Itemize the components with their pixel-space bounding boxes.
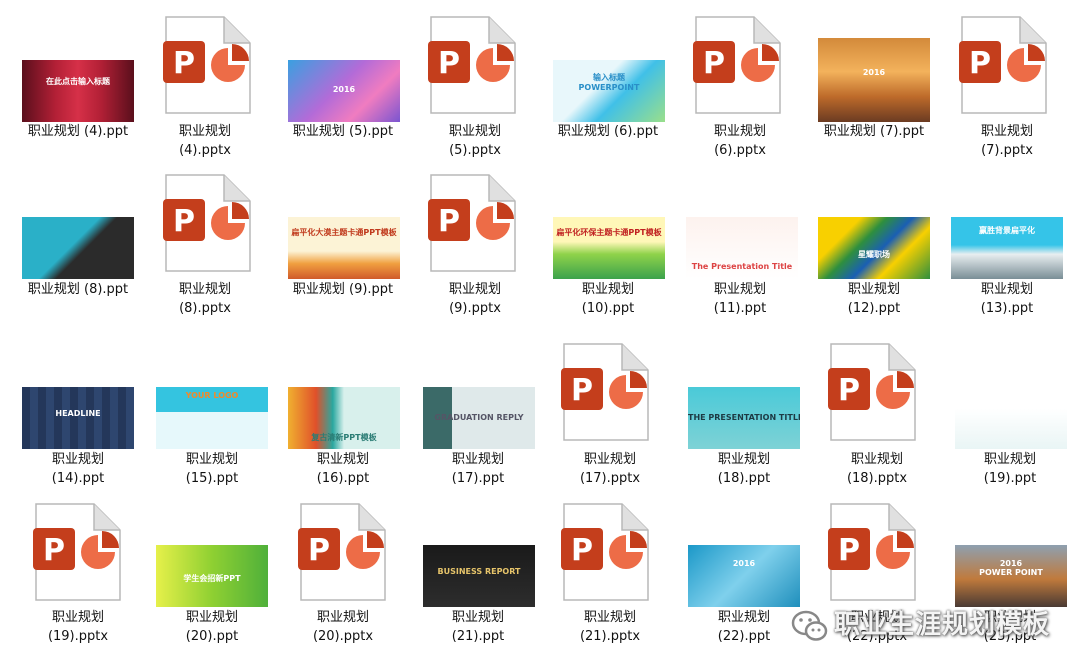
thumbnail-title: 2016 — [332, 85, 356, 94]
file-name: 职业规划 (4).ppt — [27, 124, 129, 139]
thumbnail-title: 扁平化大漠主题卡通PPT模板 — [291, 228, 397, 237]
watermark-text: 职业生涯规划模板 — [834, 610, 1051, 640]
file-name: 职业规划 (11).ppt — [713, 282, 767, 316]
thumbnail-title: 星耀职场 — [858, 250, 890, 259]
thumbnail-title: 在此点击输入标题 — [46, 77, 110, 86]
thumbnail-title: BUSINESS REPORT — [437, 567, 521, 576]
file-name: 职业规划 (21).pptx — [579, 610, 641, 644]
wechat-icon — [791, 610, 828, 641]
powerpoint-file-icon: P — [427, 15, 519, 119]
thumbnail-title: YOUR LOGO — [185, 391, 239, 400]
powerpoint-file-icon: P — [692, 15, 784, 119]
file-name: 职业规划 (21).ppt — [451, 610, 505, 644]
file-name: 职业规划 (5).pptx — [448, 124, 501, 158]
file-name: 职业规划 (6).pptx — [713, 124, 766, 158]
file-name: 职业规划 (7).pptx — [980, 124, 1033, 158]
file-name: 职业规划 (9).pptx — [448, 282, 501, 316]
powerpoint-file-icon: P — [958, 15, 1050, 119]
file-name: 职业规划 (5).ppt — [292, 124, 394, 139]
thumbnail-title: THE PRESENTATION TITLE — [688, 413, 800, 422]
thumbnail-title: 赢胜背景扁平化 — [979, 226, 1035, 235]
svg-text:P: P — [438, 46, 460, 81]
slide-thumbnail: 在此点击输入标题 — [22, 60, 134, 122]
file-name: 职业规划 (17).ppt — [451, 452, 505, 486]
slide-thumbnail: 2016 POWER POINT — [955, 545, 1067, 607]
thumbnail-title: 扁平化环保主题卡通PPT模板 — [556, 228, 662, 237]
file-name: 职业规划 (8).ppt — [27, 282, 129, 297]
slide-thumbnail: The Presentation Title — [686, 217, 798, 279]
slide-thumbnail: GRADUATION REPLY — [423, 387, 535, 449]
slide-thumbnail: 星耀职场 — [818, 217, 930, 279]
file-name: 职业规划 (14).ppt — [51, 452, 105, 486]
powerpoint-file-icon: P — [162, 15, 254, 119]
thumbnail-title: 2016 — [862, 68, 886, 77]
svg-text:P: P — [838, 373, 860, 408]
svg-text:P: P — [438, 204, 460, 239]
slide-thumbnail: 复古清新PPT模板 — [288, 387, 400, 449]
svg-text:P: P — [43, 533, 65, 568]
file-name: 职业规划 (18).pptx — [846, 452, 908, 486]
file-name: 职业规划 (16).ppt — [316, 452, 370, 486]
svg-text:P: P — [173, 204, 195, 239]
slide-thumbnail — [955, 387, 1067, 449]
thumbnail-title: 2016 POWER POINT — [979, 559, 1043, 577]
powerpoint-file-icon: P — [827, 342, 919, 446]
thumbnail-title: 学生会招新PPT — [183, 574, 241, 583]
file-name: 职业规划 (20).pptx — [312, 610, 374, 644]
slide-thumbnail: 学生会招新PPT — [156, 545, 268, 607]
watermark: 职业生涯规划模板 — [790, 600, 1080, 650]
slide-thumbnail: 2016 — [818, 38, 930, 122]
file-name: 职业规划 (6).ppt — [557, 124, 659, 139]
powerpoint-file-icon: P — [32, 502, 124, 606]
svg-text:P: P — [703, 46, 725, 81]
slide-thumbnail: YOUR LOGO — [156, 387, 268, 449]
file-name: 职业规划 (18).ppt — [717, 452, 771, 486]
powerpoint-file-icon: P — [297, 502, 389, 606]
file-name: 职业规划 (17).pptx — [579, 452, 641, 486]
file-name: 职业规划 (4).pptx — [178, 124, 231, 158]
thumbnail-title: The Presentation Title — [691, 262, 793, 271]
thumbnail-title: HEADLINE — [55, 409, 101, 418]
powerpoint-file-icon: P — [560, 502, 652, 606]
file-name: 职业规划 (19).ppt — [983, 452, 1037, 486]
svg-text:P: P — [571, 373, 593, 408]
thumbnail-title: 2016 — [732, 559, 756, 568]
file-name: 职业规划 (9).ppt — [292, 282, 394, 297]
slide-thumbnail — [22, 217, 134, 279]
slide-thumbnail: 2016 — [688, 545, 800, 607]
powerpoint-file-icon: P — [162, 173, 254, 277]
file-name: 职业规划 (7).ppt — [823, 124, 925, 139]
file-name: 职业规划 (20).ppt — [185, 610, 239, 644]
file-name: 职业规划 (15).ppt — [185, 452, 239, 486]
slide-thumbnail: 2016 — [288, 60, 400, 122]
thumbnail-title: 复古清新PPT模板 — [311, 433, 377, 442]
file-name: 职业规划 (12).ppt — [847, 282, 901, 316]
file-name: 职业规划 (19).pptx — [47, 610, 109, 644]
slide-thumbnail: THE PRESENTATION TITLE — [688, 387, 800, 449]
svg-text:P: P — [173, 46, 195, 81]
svg-text:P: P — [571, 533, 593, 568]
slide-thumbnail: 输入标题 POWERPOINT — [553, 60, 665, 122]
thumbnail-title: 输入标题 POWERPOINT — [578, 73, 640, 92]
slide-thumbnail: 赢胜背景扁平化 — [951, 217, 1063, 279]
svg-text:P: P — [838, 533, 860, 568]
file-name: 职业规划 (13).ppt — [980, 282, 1034, 316]
slide-thumbnail: HEADLINE — [22, 387, 134, 449]
powerpoint-file-icon: P — [560, 342, 652, 446]
slide-thumbnail: 扁平化大漠主题卡通PPT模板 — [288, 217, 400, 279]
thumbnail-title: GRADUATION REPLY — [434, 413, 524, 422]
powerpoint-file-icon: P — [427, 173, 519, 277]
slide-thumbnail: 扁平化环保主题卡通PPT模板 — [553, 217, 665, 279]
svg-text:P: P — [969, 46, 991, 81]
powerpoint-file-icon: P — [827, 502, 919, 606]
svg-text:P: P — [308, 533, 330, 568]
file-name: 职业规划 (10).ppt — [581, 282, 635, 316]
slide-thumbnail: BUSINESS REPORT — [423, 545, 535, 607]
file-name: 职业规划 (8).pptx — [178, 282, 231, 316]
